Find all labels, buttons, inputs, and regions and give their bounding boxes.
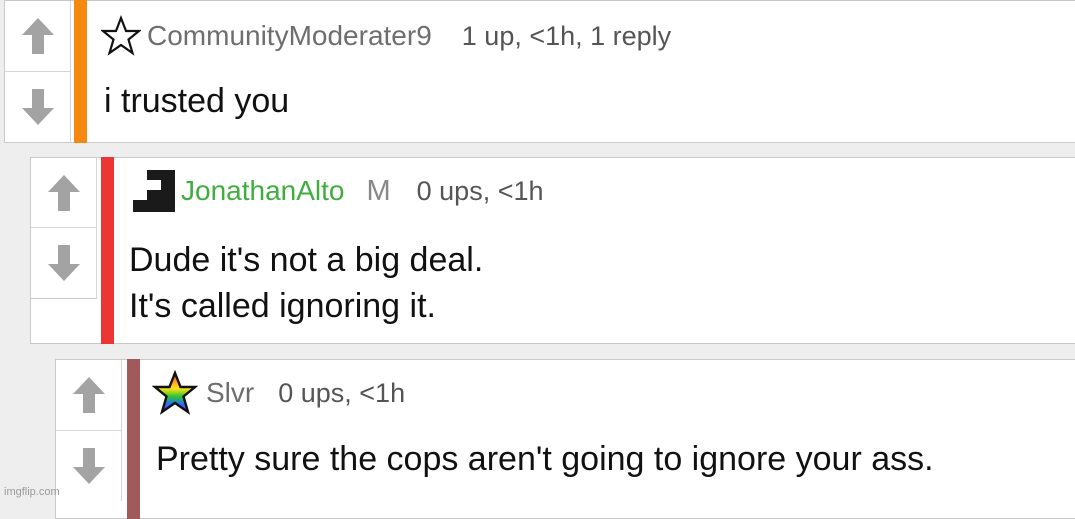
comment-meta: 1 up, <1h, 1 reply [461,20,672,51]
downvote-button[interactable] [31,228,97,298]
upvote-button[interactable] [31,158,97,228]
downvote-button[interactable] [56,431,122,502]
vote-column [56,360,122,501]
arrow-up-icon [73,376,105,413]
moderator-badge: M [366,174,391,207]
comment-card: Slvr 0 ups, <1h Pretty sure the cops are… [55,359,1075,519]
vote-column [31,158,97,299]
comment-accent-bar [127,359,140,519]
comment-card: CommunityModerater9 1 up, <1h, 1 reply i… [4,0,1075,143]
comment-accent-bar [101,157,114,344]
downvote-button[interactable] [5,72,71,143]
star-outline-icon [99,14,143,57]
comment-text: Pretty sure the cops aren't going to ign… [156,440,934,478]
comment-username[interactable]: CommunityModerater9 [147,20,432,52]
comment-card: JonathanAlto M 0 ups, <1h Dude it's not … [30,157,1075,344]
comment-text: Dude it's not a big deal. [129,241,484,279]
comment-meta: 0 ups, <1h [278,377,406,408]
rainbow-star-icon [151,369,199,416]
upvote-button[interactable] [56,360,122,431]
arrow-up-icon [48,174,80,211]
comment-username[interactable]: JonathanAlto [181,175,344,207]
arrow-up-icon [22,17,54,54]
pixel-blocks-icon [123,168,177,214]
comment-username[interactable]: Slvr [206,377,254,409]
comment-text: It's called ignoring it. [129,287,436,325]
comment-accent-bar [74,0,87,143]
arrow-down-icon [48,245,80,281]
vote-column [5,1,71,142]
upvote-button[interactable] [5,1,71,72]
comment-text: i trusted you [104,82,290,120]
watermark: imgflip.com [4,486,60,498]
arrow-down-icon [73,447,105,484]
arrow-down-icon [22,88,54,125]
comment-meta: 0 ups, <1h [416,175,544,206]
